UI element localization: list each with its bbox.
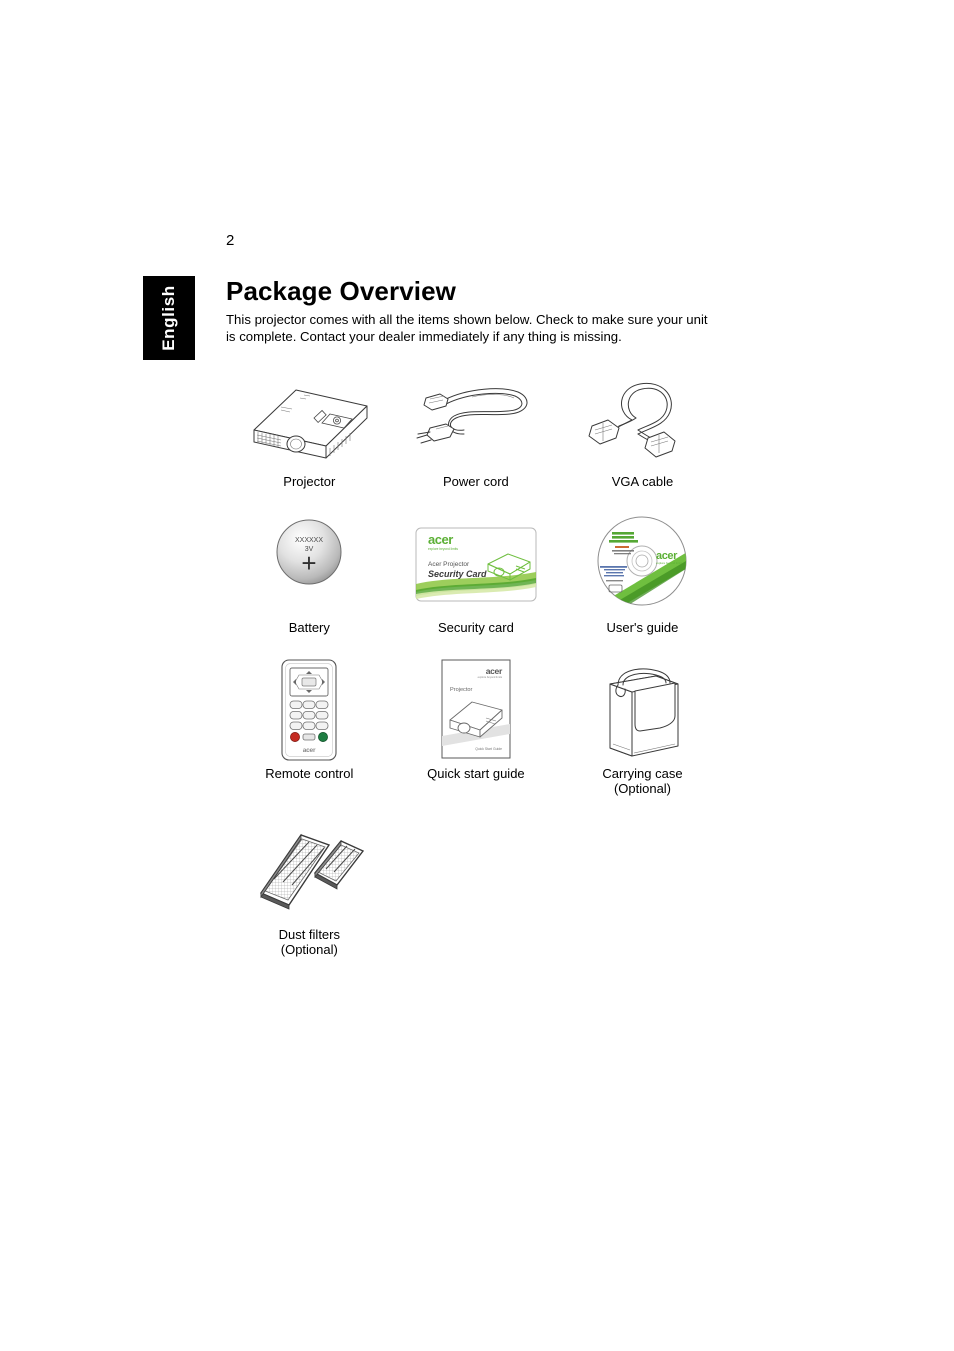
item-label: Security card bbox=[437, 620, 514, 635]
battery-model-text: XXXXXX bbox=[295, 537, 323, 544]
row-spacer bbox=[226, 635, 726, 660]
items-row: acer Remote control acer explore beyond … bbox=[226, 659, 726, 796]
empty-cell bbox=[393, 821, 560, 957]
item-label: VGA cable bbox=[611, 474, 674, 489]
language-tab-label: English bbox=[159, 285, 178, 351]
package-item-projector: Projector bbox=[226, 368, 393, 489]
acer-tagline-text: explore beyond limits bbox=[478, 675, 503, 679]
battery-polarity-text: + bbox=[302, 548, 317, 578]
acer-logo-text: acer bbox=[303, 747, 316, 754]
item-label: Battery bbox=[288, 620, 330, 635]
row-spacer bbox=[226, 796, 726, 821]
package-item-power-cord: Power cord bbox=[393, 368, 560, 489]
card-line2-text: Security Card bbox=[428, 569, 487, 579]
item-label: Remote control bbox=[265, 766, 354, 781]
acer-logo-text: acer bbox=[428, 532, 453, 547]
quick-start-guide-illustration: acer explore beyond limits Projector Qui… bbox=[396, 659, 556, 760]
document-page: 2 English Package Overview This projecto… bbox=[0, 0, 954, 1351]
empty-cell bbox=[559, 821, 726, 957]
package-item-remote-control: acer Remote control bbox=[226, 659, 393, 796]
package-item-quick-start-guide: acer explore beyond limits Projector Qui… bbox=[393, 659, 560, 796]
cd-disc-illustration: acer explore beyond limits bbox=[562, 514, 722, 614]
package-item-carrying-case: Carrying case (Optional) bbox=[559, 660, 726, 796]
item-label: User's guide bbox=[606, 620, 679, 635]
items-row: Dust filters (Optional) bbox=[226, 821, 726, 957]
booklet-footer-text: Quick Start Guide bbox=[475, 747, 502, 751]
item-label: Projector bbox=[283, 474, 336, 489]
vga-cable-illustration bbox=[562, 368, 722, 468]
page-number: 2 bbox=[226, 232, 235, 249]
dust-filters-illustration bbox=[229, 821, 389, 921]
row-spacer bbox=[226, 489, 726, 514]
acer-tagline-text: explore beyond limits bbox=[656, 561, 683, 565]
package-item-battery: XXXXXX 3V + Battery bbox=[226, 514, 393, 635]
item-label: Dust filters (Optional) bbox=[278, 927, 340, 957]
acer-tagline-text: explore beyond limits bbox=[428, 547, 458, 551]
package-item-users-guide: acer explore beyond limits User's guide bbox=[559, 514, 726, 635]
intro-paragraph: This projector comes with all the items … bbox=[226, 312, 708, 344]
page-title: Package Overview bbox=[226, 276, 456, 306]
package-item-dust-filters: Dust filters (Optional) bbox=[226, 821, 393, 957]
remote-control-illustration: acer bbox=[229, 659, 389, 761]
package-items-grid: Projector Power cord VGA cable XXXXXX 3V… bbox=[226, 368, 726, 957]
item-label: Quick start guide bbox=[427, 766, 525, 781]
security-card-illustration: acer explore beyond limits Acer Projecto… bbox=[396, 514, 556, 614]
coin-battery-illustration: XXXXXX 3V + bbox=[229, 514, 389, 614]
item-label: Power cord bbox=[443, 474, 509, 489]
projector-illustration bbox=[229, 368, 389, 468]
carrying-case-illustration bbox=[562, 660, 722, 760]
package-item-vga-cable: VGA cable bbox=[559, 368, 726, 489]
items-row: XXXXXX 3V + Battery acer explore beyond … bbox=[226, 514, 726, 635]
item-label: Carrying case (Optional) bbox=[602, 766, 683, 796]
items-row: Projector Power cord VGA cable bbox=[226, 368, 726, 489]
card-line1-text: Acer Projector bbox=[428, 561, 470, 568]
booklet-subject-text: Projector bbox=[450, 687, 473, 693]
acer-logo-text: acer bbox=[486, 666, 503, 676]
language-tab: English bbox=[143, 276, 195, 360]
power-cord-illustration bbox=[396, 368, 556, 468]
package-item-security-card: acer explore beyond limits Acer Projecto… bbox=[393, 514, 560, 635]
